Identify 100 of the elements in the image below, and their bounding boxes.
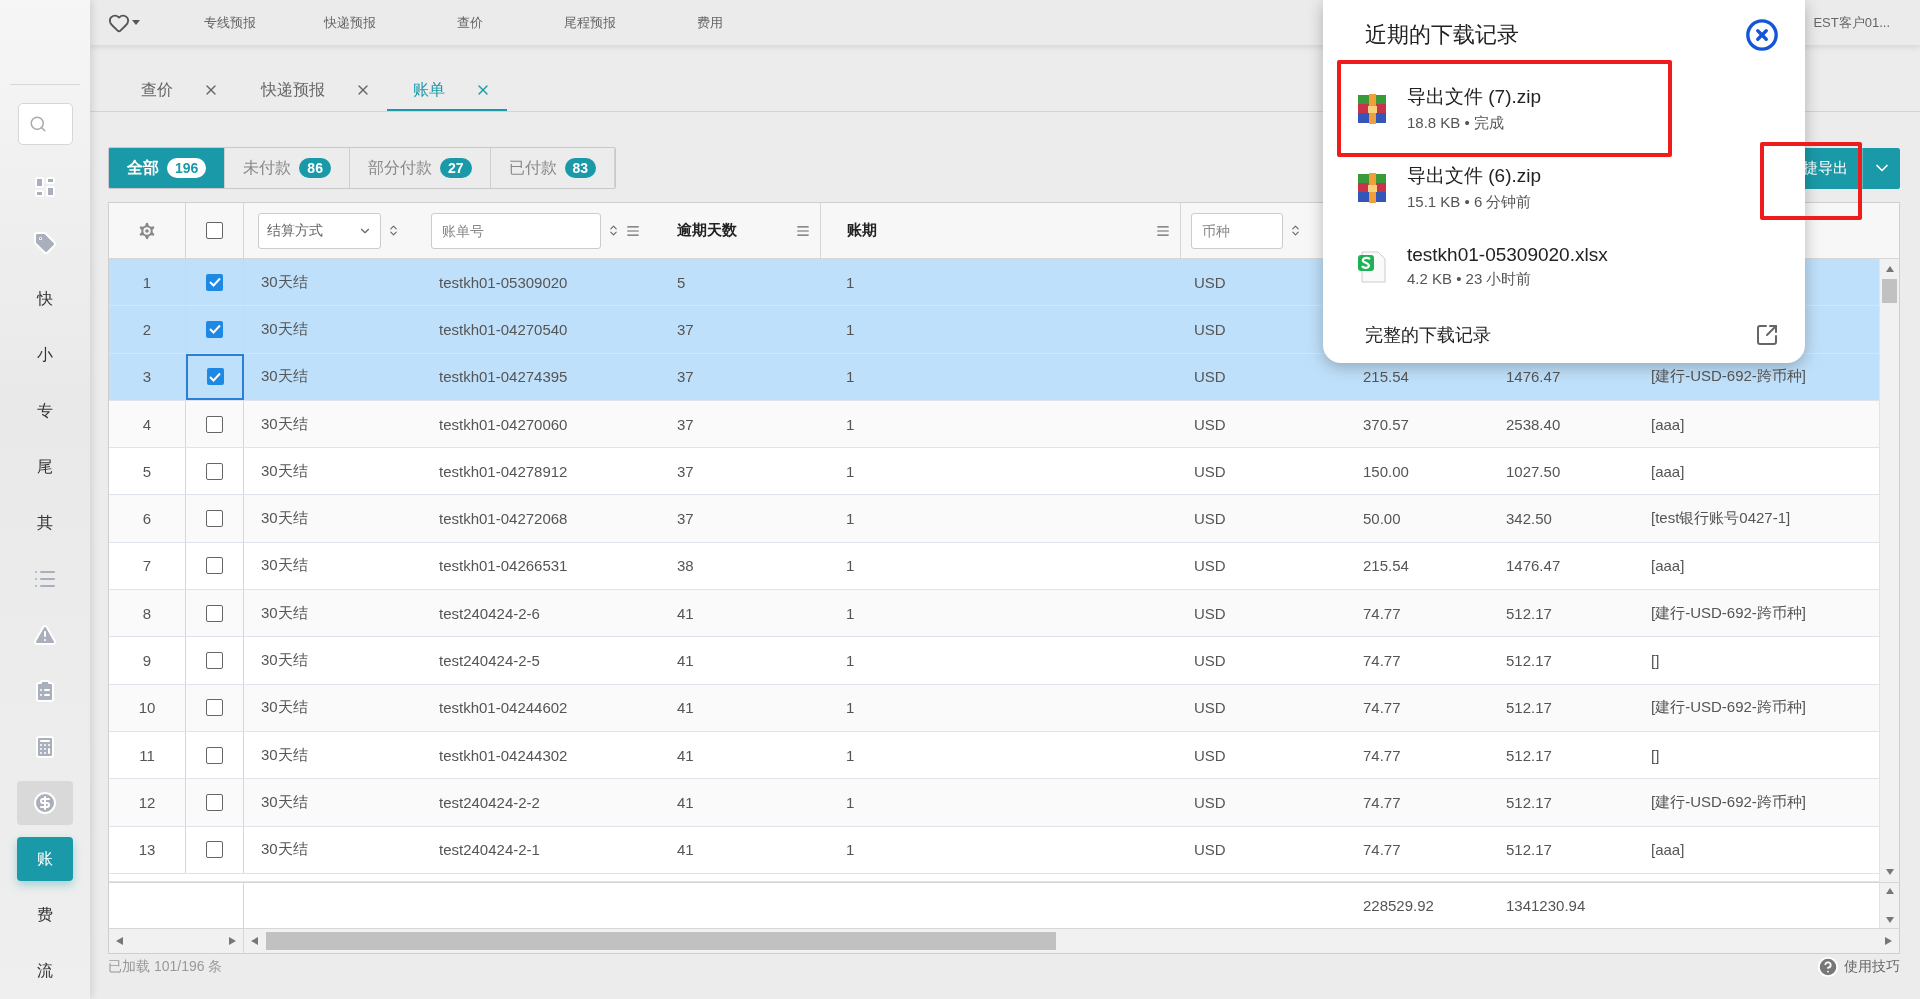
table-cell: USD (1194, 746, 1226, 764)
bill-number-field[interactable]: 账单号 (431, 212, 601, 249)
scroll-down-icon[interactable] (1884, 867, 1895, 876)
sidebar-item[interactable]: 快 (17, 277, 73, 321)
table-cell: 215.54 (1363, 557, 1409, 575)
scroll-right-icon[interactable] (227, 936, 237, 945)
count-badge: 27 (439, 158, 472, 178)
table-row[interactable]: 7 30天结 testkh01-04266531 38 1 USD 215.54 1476.47 [aaa] (109, 542, 1879, 591)
sidebar-item[interactable] (17, 781, 73, 825)
settings-icon[interactable] (136, 219, 158, 242)
scroll-right-icon[interactable] (1883, 936, 1893, 945)
help-link[interactable]: 使用技巧 (1817, 955, 1900, 978)
table-cell: [] (1651, 746, 1660, 764)
tag-icon (33, 231, 57, 255)
scrollbar-thumb[interactable] (1882, 279, 1897, 303)
table-cell: 512.17 (1506, 652, 1552, 669)
scrollbar-thumb[interactable] (266, 931, 1056, 950)
count-badge: 86 (299, 158, 331, 178)
page-tab[interactable]: 快递预报 (235, 71, 387, 111)
scroll-down-icon[interactable] (1884, 915, 1895, 924)
sidebar-item[interactable]: 专 (17, 389, 73, 433)
download-item[interactable]: 导出文件 (7).zip 18.8 KB • 完成 (1337, 60, 1672, 157)
table-cell: USD (1194, 273, 1226, 291)
checkbox[interactable] (206, 604, 223, 622)
all-downloads-link[interactable]: 完整的下载记录 (1365, 323, 1491, 347)
nav-link[interactable]: 快递预报 (290, 13, 410, 32)
table-row[interactable]: 3 30天结 testkh01-04274395 37 1 USD 215.54 1476.47 [建行-USD-692-跨币种] (109, 353, 1879, 401)
horizontal-scrollbar[interactable] (244, 928, 1899, 953)
sidebar-item[interactable]: 尾 (17, 445, 73, 489)
table-cell: 41 (677, 604, 694, 622)
scroll-up-icon[interactable] (1884, 886, 1895, 895)
open-external-button[interactable] (1755, 323, 1779, 347)
table-cell: testkh01-04270060 (439, 415, 568, 433)
table-cell: USD (1194, 841, 1226, 859)
scroll-left-icon[interactable] (250, 936, 260, 945)
checkbox[interactable] (206, 320, 223, 338)
nav-link[interactable]: 专线预报 (170, 13, 290, 32)
checkbox-cell[interactable] (186, 353, 244, 400)
checkbox[interactable] (206, 841, 223, 859)
checkbox[interactable] (206, 462, 223, 480)
checkbox[interactable] (206, 699, 223, 717)
caret-icon (132, 19, 140, 26)
table-cell: 512.17 (1506, 841, 1552, 859)
checkbox[interactable] (206, 557, 223, 575)
checkbox[interactable] (206, 793, 223, 811)
scroll-up-icon[interactable] (1884, 265, 1895, 273)
scroll-left-icon[interactable] (115, 936, 125, 945)
table-cell: [aaa] (1651, 415, 1685, 433)
row-number: 4 (109, 400, 186, 448)
table-row[interactable]: 10 30天结 testkh01-04244602 41 1 USD 74.77 512.17 [建行-USD-692-跨币种] (109, 684, 1879, 732)
table-cell: 215.54 (1363, 368, 1409, 386)
table-row[interactable]: 12 30天结 test240424-2-2 41 1 USD 74.77 512.17 [建行-USD-692-跨币种] (109, 779, 1879, 827)
table-cell: 1 (846, 699, 855, 717)
table-row[interactable]: 6 30天结 testkh01-04272068 37 1 USD 50.00 342.50 [test银行账号0427-1] (109, 495, 1879, 543)
nav-link[interactable]: 费用 (650, 13, 770, 32)
search-field[interactable] (17, 103, 73, 145)
table-cell: testkh01-04278912 (439, 462, 568, 480)
sort-icon[interactable] (387, 224, 400, 237)
table-row[interactable]: 5 30天结 testkh01-04278912 37 1 USD 150.00 1027.50 [aaa] (109, 448, 1879, 496)
sidebar-item[interactable]: 费 (17, 893, 73, 937)
table-row[interactable]: 8 30天结 test240424-2-6 41 1 USD 74.77 512.17 [建行-USD-692-跨币种] (109, 590, 1879, 638)
spreadsheet-file-icon (1357, 249, 1387, 284)
checkbox[interactable] (206, 510, 223, 528)
menu-icon[interactable] (796, 223, 810, 238)
checkbox[interactable] (206, 415, 223, 433)
vertical-scrollbar[interactable] (1879, 882, 1899, 928)
sidebar-item[interactable]: 其 (17, 501, 73, 545)
page-tab[interactable]: 查价 (115, 71, 235, 111)
close-button[interactable] (1745, 18, 1779, 52)
menu-icon[interactable] (1156, 223, 1170, 238)
table-cell: [建行-USD-692-跨币种] (1651, 698, 1807, 718)
sort-icon[interactable] (1289, 224, 1302, 237)
sidebar-item[interactable]: 小 (17, 333, 73, 377)
nav-link[interactable]: 尾程预报 (530, 13, 650, 32)
checkbox[interactable] (206, 222, 223, 239)
user-name[interactable]: EST客户01... (1813, 13, 1890, 32)
table-cell: 50.00 (1363, 510, 1401, 528)
checkbox[interactable] (206, 368, 224, 386)
checkbox[interactable] (206, 746, 223, 764)
table-cell: 74.77 (1363, 604, 1401, 622)
table-row[interactable]: 11 30天结 testkh01-04244302 41 1 USD 74.77 512.17 [] (109, 731, 1879, 780)
export-dropdown-button[interactable] (1862, 147, 1900, 189)
checkbox[interactable] (206, 273, 223, 291)
sort-icon[interactable] (607, 224, 620, 237)
horizontal-scrollbar[interactable] (109, 928, 244, 953)
table-row[interactable]: 9 30天结 test240424-2-5 41 1 USD 74.77 512.17 [] (109, 637, 1879, 685)
currency-field[interactable]: 币种 (1191, 212, 1283, 249)
total-value: 228529.92 (1363, 896, 1434, 914)
table-cell: USD (1194, 368, 1226, 386)
menu-icon[interactable] (626, 223, 640, 238)
settlement-select[interactable]: 结算方式 (258, 212, 381, 249)
file-detail: 18.8 KB • 完成 (1407, 114, 1505, 133)
table-row[interactable]: 13 30天结 test240424-2-1 41 1 USD 74.77 512.17 [aaa] (109, 826, 1879, 874)
table-cell: 1 (846, 273, 855, 291)
table-row[interactable]: 4 30天结 testkh01-04270060 37 1 USD 370.57 2538.40 [aaa] (109, 400, 1879, 449)
nav-link[interactable]: 查价 (410, 13, 530, 32)
row-number: 13 (109, 826, 186, 873)
vertical-scrollbar[interactable] (1879, 259, 1899, 882)
sidebar-item[interactable]: 流 (17, 949, 73, 993)
checkbox[interactable] (206, 652, 223, 669)
